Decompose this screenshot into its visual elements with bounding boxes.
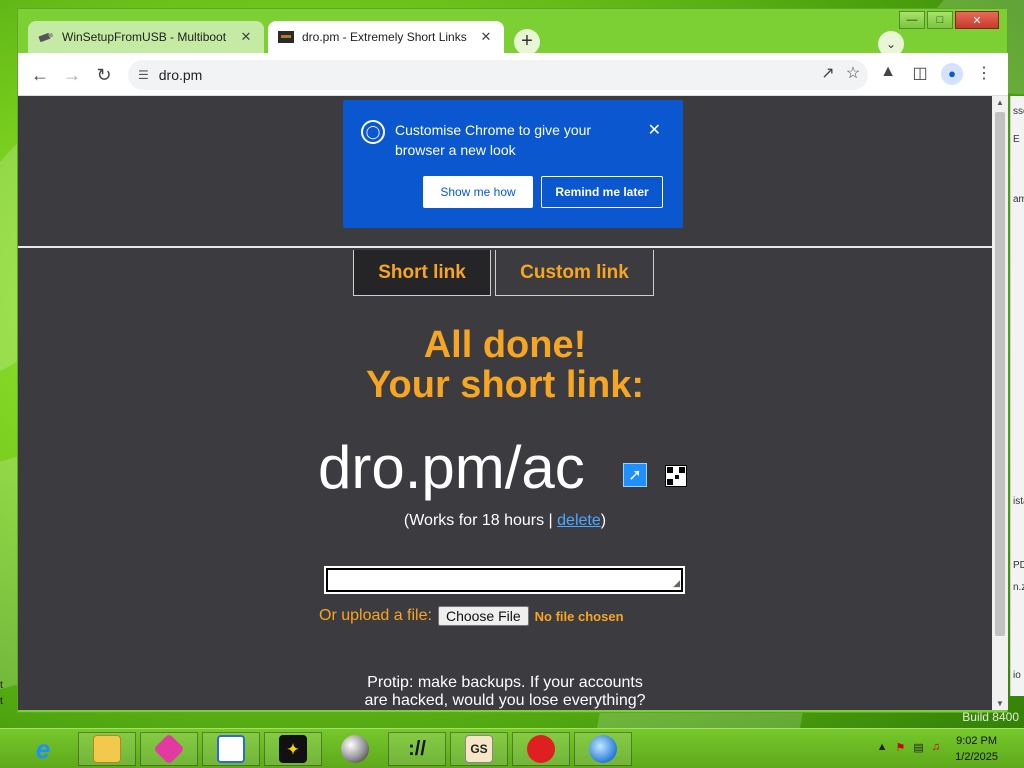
- tab-winsetupfromusb[interactable]: WinSetupFromUSB - Multiboot ✕: [28, 21, 264, 53]
- new-tab-button[interactable]: +: [514, 29, 540, 55]
- share-icon[interactable]: ↗: [816, 63, 840, 83]
- build-watermark: Build 8400: [962, 710, 1019, 724]
- network-icon[interactable]: ▤: [913, 741, 923, 754]
- taskbar-app-window[interactable]: [202, 732, 260, 766]
- bookmark-star-icon[interactable]: ☆: [841, 63, 865, 83]
- promo-message: Customise Chrome to give your browser a …: [395, 122, 592, 158]
- tab-strip: WinSetupFromUSB - Multiboot ✕ dro.pm - E…: [18, 17, 1008, 57]
- short-link-text[interactable]: dro.pm/ac: [318, 436, 585, 500]
- browser-window: — □ ✕ WinSetupFromUSB - Multiboot ✕ dro.…: [17, 8, 1008, 713]
- system-clock[interactable]: 9:02 PM 1/2/2025: [955, 733, 998, 765]
- desktop-fragment: t: [0, 696, 3, 707]
- forward-icon[interactable]: →: [58, 61, 86, 89]
- show-me-how-button[interactable]: Show me how: [423, 176, 533, 208]
- url-text: dro.pm: [158, 67, 203, 83]
- window-app-icon: [217, 735, 245, 763]
- delete-link[interactable]: delete: [557, 512, 601, 529]
- taskbar-app-gs[interactable]: GS: [450, 732, 508, 766]
- site-settings-icon[interactable]: ☰: [138, 68, 149, 82]
- gs-app-icon: GS: [465, 735, 493, 763]
- upload-label: Or upload a file:: [319, 607, 432, 624]
- internet-explorer-icon: e: [35, 733, 51, 764]
- done-heading: All done!: [423, 324, 587, 366]
- labs-flask-icon[interactable]: ▲: [876, 63, 900, 81]
- back-icon[interactable]: ←: [26, 61, 54, 89]
- background-window-fragment: sse E am ista PD n.zi io: [1010, 96, 1024, 696]
- taskbar-app-sphere[interactable]: [326, 732, 384, 766]
- expiry-note: (Works for 18 hours | delete): [403, 512, 607, 529]
- scroll-down-icon[interactable]: ▼: [992, 699, 1008, 708]
- customise-chrome-popup: ◯ Customise Chrome to give your browser …: [343, 100, 683, 228]
- resize-grip-icon[interactable]: ◢: [673, 578, 680, 589]
- tab-dro-pm[interactable]: dro.pm - Extremely Short Links ✕: [268, 21, 504, 53]
- no-file-status: No file chosen: [534, 608, 624, 624]
- lightbulb-icon: ◯: [361, 120, 385, 144]
- show-hidden-icons-icon[interactable]: ▲: [877, 741, 888, 754]
- tab-title: dro.pm - Extremely Short Links: [302, 30, 467, 44]
- folder-icon: [93, 735, 121, 763]
- usb-drive-icon: [38, 32, 54, 42]
- taskbar: e ✦ :// GS ▲ ⚑ ▤ ♫ 9:02 PM 1/2/2025: [0, 728, 1024, 768]
- taskbar-internet-explorer[interactable]: e: [14, 732, 72, 766]
- graph-app-icon: ✦: [279, 735, 307, 763]
- taskbar-app-graph[interactable]: ✦: [264, 732, 322, 766]
- page-scrollbar[interactable]: ▲ ▼: [992, 96, 1008, 710]
- clock-time: 9:02 PM: [956, 735, 998, 747]
- pink-envelope-icon: [153, 733, 185, 765]
- page-viewport: ◯ Customise Chrome to give your browser …: [18, 96, 992, 710]
- reload-icon[interactable]: ↻: [90, 61, 118, 89]
- desktop-fragment: t: [0, 680, 3, 691]
- remind-me-later-button[interactable]: Remind me later: [541, 176, 663, 208]
- taskbar-file-explorer[interactable]: [78, 732, 136, 766]
- profile-avatar-icon[interactable]: ●: [940, 63, 964, 85]
- volume-muted-icon[interactable]: ♫: [932, 741, 940, 754]
- qr-code-icon[interactable]: [665, 465, 687, 487]
- tab-short-link[interactable]: Short link: [353, 250, 491, 296]
- taskbar-app-globe[interactable]: [574, 732, 632, 766]
- close-tab-icon[interactable]: ✕: [478, 29, 494, 45]
- taskbar-app-apple[interactable]: [512, 732, 570, 766]
- taskbar-app-pink[interactable]: [140, 732, 198, 766]
- choose-file-button[interactable]: Choose File: [437, 606, 529, 626]
- scroll-up-icon[interactable]: ▲: [992, 98, 1008, 107]
- side-panel-icon[interactable]: ◫: [908, 63, 932, 83]
- chrome-sphere-icon: [341, 735, 369, 763]
- chrome-menu-icon[interactable]: ⋮: [972, 63, 996, 83]
- red-apple-icon: [527, 735, 555, 763]
- globe-icon: [589, 735, 617, 763]
- address-bar[interactable]: ☰ dro.pm: [128, 60, 868, 90]
- protip-text: Protip: make backups. If your accounts a…: [364, 674, 646, 709]
- close-popup-icon[interactable]: ✕: [648, 120, 661, 140]
- close-tab-icon[interactable]: ✕: [238, 29, 254, 45]
- taskbar-app-slashes[interactable]: ://: [388, 732, 446, 766]
- slashes-app-icon: ://: [408, 737, 426, 760]
- link-input-textarea[interactable]: ◢: [324, 566, 685, 594]
- scrollbar-thumb[interactable]: [995, 112, 1005, 636]
- tab-custom-link[interactable]: Custom link: [495, 250, 654, 296]
- dro-pm-favicon-icon: [278, 31, 294, 43]
- action-center-flag-icon[interactable]: ⚑: [895, 741, 905, 754]
- short-link-heading: Your short link:: [366, 364, 644, 406]
- system-tray: ▲ ⚑ ▤ ♫: [877, 741, 940, 754]
- open-link-icon[interactable]: ➚: [623, 463, 647, 487]
- clock-date: 1/2/2025: [955, 751, 998, 763]
- tab-title: WinSetupFromUSB - Multiboot: [62, 30, 227, 44]
- browser-toolbar: ← → ↻ ☰ dro.pm ↗ ☆ ▲ ◫ ● ⋮: [18, 53, 1008, 96]
- upload-row: Or upload a file: Choose File No file ch…: [319, 606, 624, 626]
